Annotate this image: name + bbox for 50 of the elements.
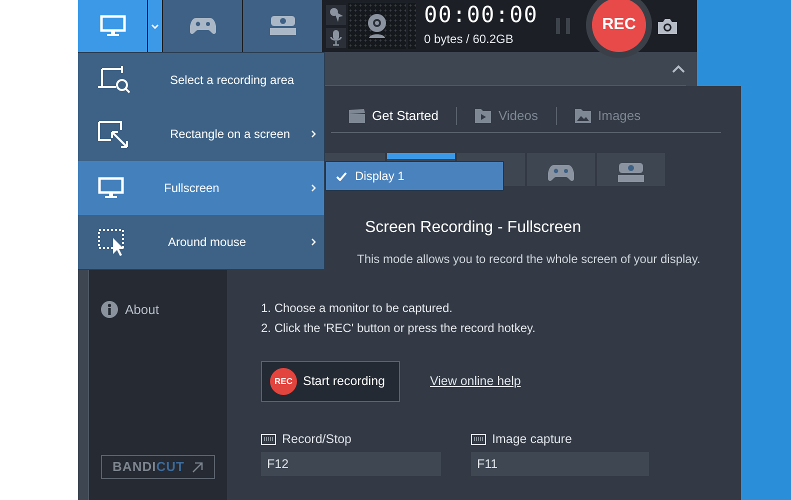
start-recording-button[interactable]: REC Start recording [261, 361, 400, 402]
game-mode-button[interactable] [163, 0, 243, 52]
gamepad-icon [548, 164, 574, 182]
image-icon [575, 109, 591, 123]
hdmi-icon [268, 16, 296, 36]
menu-item[interactable]: Around mouse [78, 215, 324, 269]
hdmi-mode-button[interactable] [243, 0, 323, 52]
mode-dropdown-button[interactable] [148, 0, 163, 52]
gamepad-icon [190, 17, 216, 35]
collapse-chevron-icon[interactable] [672, 64, 685, 72]
hotkey-field[interactable]: F11 [471, 452, 649, 476]
timer-display: 00:00:00 [424, 4, 539, 26]
hotkey-field[interactable]: F12 [261, 452, 441, 476]
cursor-icon [326, 4, 346, 24]
instruction-step: 1. Choose a monitor to be captured. [261, 298, 721, 318]
clapperboard-icon [349, 109, 365, 123]
display-menu-item[interactable]: Display 1 [326, 162, 503, 190]
webcam-icon [366, 13, 388, 39]
sidebar-item[interactable]: About [101, 300, 159, 320]
caret-icon [151, 24, 159, 28]
info-icon [101, 301, 118, 318]
hdmi-mode-tile[interactable] [597, 153, 665, 186]
tab[interactable]: Get Started [331, 106, 456, 126]
menu-item[interactable]: Fullscreen [78, 161, 324, 215]
instruction-step: 2. Click the 'REC' button or press the record hotkey. [261, 318, 721, 338]
monitor-icon [98, 177, 124, 199]
monitor-icon [100, 15, 126, 37]
screen-mode-button[interactable] [78, 0, 148, 52]
online-help-link[interactable]: View online help [430, 372, 521, 391]
menu-item[interactable]: Rectangle on a screen [78, 107, 324, 161]
resize-rectangle-icon [98, 120, 130, 148]
storage-readout: 0 bytes / 60.2GB [424, 30, 514, 48]
pause-icon [556, 18, 570, 34]
level-meter [408, 3, 416, 49]
microphone-icon [326, 28, 346, 48]
keyboard-icon [261, 434, 276, 445]
record-button[interactable]: REC [592, 0, 646, 52]
menu-item[interactable]: Select a recording area [78, 53, 324, 107]
area-select-icon [98, 66, 130, 94]
video-folder-icon [475, 109, 492, 123]
camera-icon[interactable] [658, 18, 677, 34]
mode-description: This mode allows you to record the whole screen of your display. [357, 251, 702, 268]
section-heading: Screen Recording - Fullscreen [365, 218, 582, 238]
game-mode-tile[interactable] [527, 153, 595, 186]
keyboard-icon [471, 434, 486, 445]
bandicut-link-button[interactable]: BANDICUT [101, 455, 215, 479]
hotkey-label: Image capture [492, 431, 572, 448]
hdmi-icon [617, 162, 645, 182]
hotkey-label: Record/Stop [282, 431, 352, 448]
external-link-icon [192, 462, 204, 472]
